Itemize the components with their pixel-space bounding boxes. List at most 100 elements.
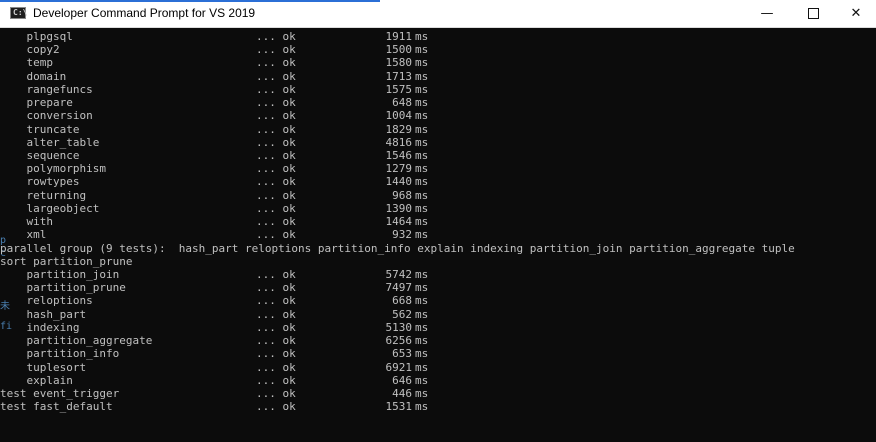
test-duration: 562 bbox=[392, 307, 412, 321]
time-unit: ms bbox=[415, 30, 429, 43]
test-name: plpgsql bbox=[0, 30, 73, 43]
test-status: ... ok bbox=[256, 334, 296, 348]
test-duration: 5130 bbox=[385, 320, 413, 334]
test-name: partition_join bbox=[0, 267, 120, 281]
time-unit: ms bbox=[415, 43, 429, 57]
time-unit: ms bbox=[415, 320, 429, 334]
test-name: truncate bbox=[0, 122, 80, 136]
test-status: ... ok bbox=[256, 400, 296, 414]
minimize-button[interactable]: — bbox=[744, 0, 790, 27]
title-bar[interactable]: C:\ Developer Command Prompt for VS 2019… bbox=[0, 0, 876, 28]
test-duration: 1531 bbox=[385, 400, 413, 414]
test-status: ... ok bbox=[256, 320, 296, 334]
time-unit: ms bbox=[415, 334, 429, 348]
test-name: hash_part bbox=[0, 307, 87, 321]
test-status: ... ok bbox=[256, 122, 296, 136]
time-unit: ms bbox=[415, 56, 429, 70]
time-unit: ms bbox=[415, 109, 429, 123]
test-duration: 1829 bbox=[385, 122, 413, 136]
time-unit: ms bbox=[415, 122, 429, 136]
test-duration: 5742 bbox=[385, 267, 413, 281]
time-unit: ms bbox=[415, 347, 429, 361]
test-status: ... ok bbox=[256, 175, 296, 189]
test-status: ... ok bbox=[256, 228, 296, 242]
test-status: ... ok bbox=[256, 148, 296, 162]
time-unit: ms bbox=[415, 201, 429, 215]
maximize-icon bbox=[807, 8, 819, 19]
test-duration: 668 bbox=[392, 294, 412, 308]
time-unit: ms bbox=[415, 188, 429, 202]
test-name: xml bbox=[0, 228, 47, 242]
test-status: ... ok bbox=[256, 82, 296, 96]
test-duration: 1004 bbox=[385, 109, 413, 123]
time-unit: ms bbox=[415, 307, 429, 321]
test-status: ... ok bbox=[256, 162, 296, 176]
test-name: partition_aggregate bbox=[0, 334, 153, 348]
test-duration: 1464 bbox=[385, 215, 413, 229]
test-duration: 1713 bbox=[385, 69, 413, 83]
console-output[interactable]: p c 未 fi plpgsql... ok 1911 ms copy2... ok… bbox=[0, 28, 876, 442]
console-text: parallel group (9 tests): hash_part relo… bbox=[0, 241, 795, 255]
test-duration: 1390 bbox=[385, 201, 413, 215]
close-button[interactable]: ✕ bbox=[836, 0, 876, 27]
window-title: Developer Command Prompt for VS 2019 bbox=[33, 6, 256, 20]
title-bar-accent bbox=[0, 0, 380, 2]
test-status: ... ok bbox=[256, 294, 296, 308]
test-duration: 6256 bbox=[385, 334, 413, 348]
test-status: ... ok bbox=[256, 109, 296, 123]
test-duration: 1580 bbox=[385, 56, 413, 70]
console-text: sort partition_prune bbox=[0, 254, 133, 268]
test-name: prepare bbox=[0, 96, 73, 110]
time-unit: ms bbox=[415, 228, 429, 242]
test-name: test event_trigger bbox=[0, 386, 120, 400]
test-status: ... ok bbox=[256, 386, 296, 400]
test-status: ... ok bbox=[256, 267, 296, 281]
time-unit: ms bbox=[415, 148, 429, 162]
test-name: partition_info bbox=[0, 347, 120, 361]
test-duration: 1546 bbox=[385, 148, 413, 162]
time-unit: ms bbox=[415, 96, 429, 110]
test-name: rowtypes bbox=[0, 175, 80, 189]
console-app-icon[interactable]: C:\ bbox=[10, 7, 27, 19]
test-name: explain bbox=[0, 373, 73, 387]
test-status: ... ok bbox=[256, 360, 296, 374]
time-unit: ms bbox=[415, 215, 429, 229]
test-name: returning bbox=[0, 188, 87, 202]
time-unit: ms bbox=[415, 162, 429, 176]
test-name: partition_prune bbox=[0, 281, 126, 295]
time-unit: ms bbox=[415, 373, 429, 387]
test-name: temp bbox=[0, 56, 53, 70]
time-unit: ms bbox=[415, 175, 429, 189]
time-unit: ms bbox=[415, 360, 429, 374]
time-unit: ms bbox=[415, 386, 429, 400]
test-duration: 1279 bbox=[385, 162, 413, 176]
time-unit: ms bbox=[415, 267, 429, 281]
test-name: reloptions bbox=[0, 294, 93, 308]
test-name: conversion bbox=[0, 109, 93, 123]
test-duration: 646 bbox=[392, 373, 412, 387]
test-duration: 4816 bbox=[385, 135, 413, 149]
minimize-icon: — bbox=[760, 6, 774, 21]
test-name: tuplesort bbox=[0, 360, 87, 374]
close-icon: ✕ bbox=[850, 6, 862, 21]
time-unit: ms bbox=[415, 135, 429, 149]
test-name: sequence bbox=[0, 148, 80, 162]
maximize-button[interactable] bbox=[790, 0, 836, 27]
test-duration: 968 bbox=[392, 188, 412, 202]
test-status: ... ok bbox=[256, 56, 296, 70]
test-status: ... ok bbox=[256, 30, 296, 43]
console-window: C:\ Developer Command Prompt for VS 2019… bbox=[0, 0, 876, 442]
test-name: copy2 bbox=[0, 43, 60, 57]
test-name: polymorphism bbox=[0, 162, 106, 176]
test-status: ... ok bbox=[256, 188, 296, 202]
test-duration: 648 bbox=[392, 96, 412, 110]
test-status: ... ok bbox=[256, 135, 296, 149]
time-unit: ms bbox=[415, 69, 429, 83]
time-unit: ms bbox=[415, 400, 429, 414]
test-status: ... ok bbox=[256, 215, 296, 229]
time-unit: ms bbox=[415, 281, 429, 295]
test-duration: 653 bbox=[392, 347, 412, 361]
test-duration: 932 bbox=[392, 228, 412, 242]
test-name: indexing bbox=[0, 320, 80, 334]
test-duration: 1911 bbox=[385, 30, 413, 43]
